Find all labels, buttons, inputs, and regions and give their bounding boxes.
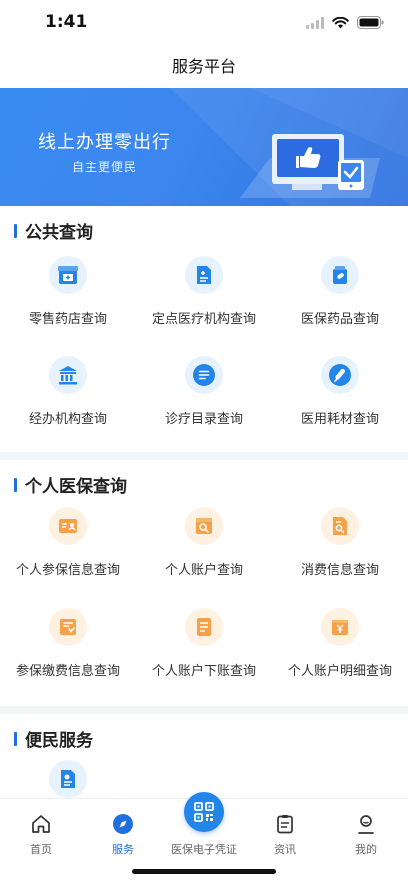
section-header: 个人医保查询 xyxy=(14,472,127,497)
e-voucher-button[interactable] xyxy=(184,792,224,832)
tab-label: 我的 xyxy=(355,843,377,856)
grid-item-account-debit[interactable]: 个人账户下账查询 xyxy=(136,608,272,679)
home-icon xyxy=(0,811,82,837)
grid-item-agency[interactable]: 经办机构查询 xyxy=(0,356,136,427)
building-icon xyxy=(49,356,87,394)
tab-news[interactable]: 资讯 xyxy=(244,799,326,857)
grid-label: 个人账户下账查询 xyxy=(151,664,256,679)
medicine-icon xyxy=(321,256,359,294)
nav-bar: 服务平台 xyxy=(0,46,408,88)
grid-label: 医用耗材查询 xyxy=(300,412,379,427)
compass-icon xyxy=(82,811,164,837)
tab-label: 资讯 xyxy=(274,843,296,856)
payment-doc-icon xyxy=(49,608,87,646)
qr-code-icon xyxy=(194,802,214,822)
tab-service[interactable]: 服务 xyxy=(82,799,164,857)
banner-title: 线上办理零出行 xyxy=(38,132,171,153)
grid-label: 个人账户明细查询 xyxy=(287,664,392,679)
ledger-icon xyxy=(185,608,223,646)
tab-mine[interactable]: 我的 xyxy=(325,799,407,857)
pharmacy-icon xyxy=(49,256,87,294)
grid-label: 医保药品查询 xyxy=(300,312,379,327)
grid-item-insurance-medicine[interactable]: 医保药品查询 xyxy=(272,256,408,327)
grid-item-payment-info[interactable]: 参保缴费信息查询 xyxy=(0,608,136,679)
computer-thumbs-up-icon xyxy=(240,134,380,198)
banner-subtitle: 自主更便民 xyxy=(72,160,138,174)
section-title: 便民服务 xyxy=(25,731,93,751)
grid-label: 个人账户查询 xyxy=(164,563,243,578)
yen-wallet-icon xyxy=(321,608,359,646)
status-icons xyxy=(306,16,384,29)
grid-label: 零售药店查询 xyxy=(28,312,107,327)
tab-label: 医保电子凭证 xyxy=(171,843,237,856)
tab-label: 首页 xyxy=(30,843,52,856)
grid-label: 定点医疗机构查询 xyxy=(151,312,256,327)
section-header: 公共查询 xyxy=(14,218,93,243)
section-convenience: 便民服务 xyxy=(0,714,408,804)
wifi-icon xyxy=(332,16,349,28)
tab-home[interactable]: 首页 xyxy=(0,799,82,857)
page-title: 服务平台 xyxy=(171,57,236,76)
section-accent-bar xyxy=(14,223,17,238)
account-search-icon xyxy=(185,507,223,545)
section-header: 便民服务 xyxy=(14,726,93,751)
grid-label: 诊疗目录查询 xyxy=(164,412,243,427)
section-personal-query: 个人医保查询 个人参保信息查询 个人账户查询 消费信息查询 参保缴费信息查询 个… xyxy=(0,460,408,706)
grid-label: 参保缴费信息查询 xyxy=(15,664,120,679)
syringe-icon xyxy=(321,356,359,394)
grid-item-personal-account[interactable]: 个人账户查询 xyxy=(136,507,272,578)
user-icon xyxy=(325,811,407,837)
clipboard-icon xyxy=(244,811,326,837)
grid-label: 消费信息查询 xyxy=(300,563,379,578)
section-public-query: 公共查询 零售药店查询 定点医疗机构查询 医保药品查询 经办机构查询 诊疗目录查… xyxy=(0,206,408,452)
grid-item-account-details[interactable]: 个人账户明细查询 xyxy=(272,608,408,679)
status-time: 1:41 xyxy=(45,12,88,32)
id-card-icon xyxy=(49,507,87,545)
list-icon xyxy=(185,356,223,394)
grid-label: 个人参保信息查询 xyxy=(15,563,120,578)
status-bar: 1:41 xyxy=(0,0,408,46)
section-title: 个人医保查询 xyxy=(25,477,127,497)
grid-item-consumption-info[interactable]: 消费信息查询 xyxy=(272,507,408,578)
section-accent-bar xyxy=(14,731,17,746)
section-accent-bar xyxy=(14,477,17,492)
grid-item-convenience-first[interactable] xyxy=(0,760,136,798)
promo-banner[interactable]: 线上办理零出行 自主更便民 xyxy=(0,88,408,206)
location-doc-icon xyxy=(49,760,87,798)
grid-item-treatment-catalog[interactable]: 诊疗目录查询 xyxy=(136,356,272,427)
home-indicator xyxy=(132,869,276,874)
battery-icon xyxy=(357,16,384,29)
signal-icon xyxy=(306,16,324,29)
medical-doc-icon xyxy=(185,256,223,294)
grid-item-medical-consumables[interactable]: 医用耗材查询 xyxy=(272,356,408,427)
section-title: 公共查询 xyxy=(25,223,93,243)
grid-item-medical-institution[interactable]: 定点医疗机构查询 xyxy=(136,256,272,327)
grid-label: 经办机构查询 xyxy=(28,412,107,427)
doc-search-icon xyxy=(321,507,359,545)
grid-item-retail-pharmacy[interactable]: 零售药店查询 xyxy=(0,256,136,327)
grid-item-personal-enrollment[interactable]: 个人参保信息查询 xyxy=(0,507,136,578)
tab-label: 服务 xyxy=(112,843,134,856)
